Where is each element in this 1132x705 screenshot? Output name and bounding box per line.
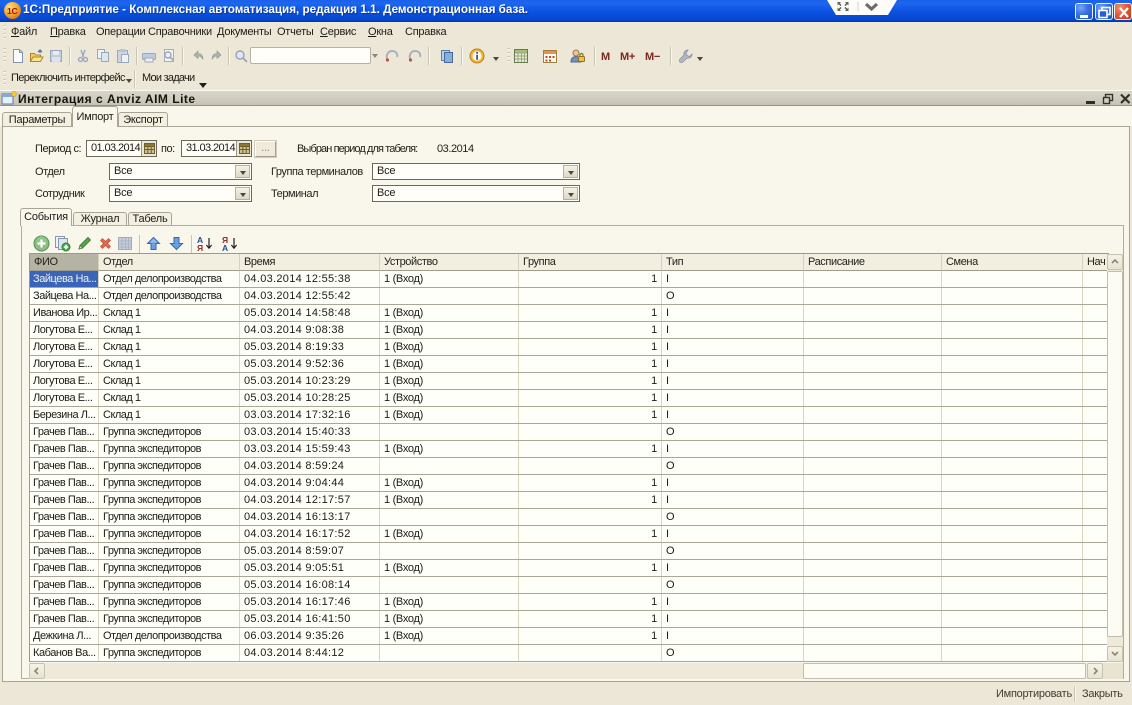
svg-text:А: А <box>222 243 228 252</box>
svg-text:Я: Я <box>197 243 203 252</box>
